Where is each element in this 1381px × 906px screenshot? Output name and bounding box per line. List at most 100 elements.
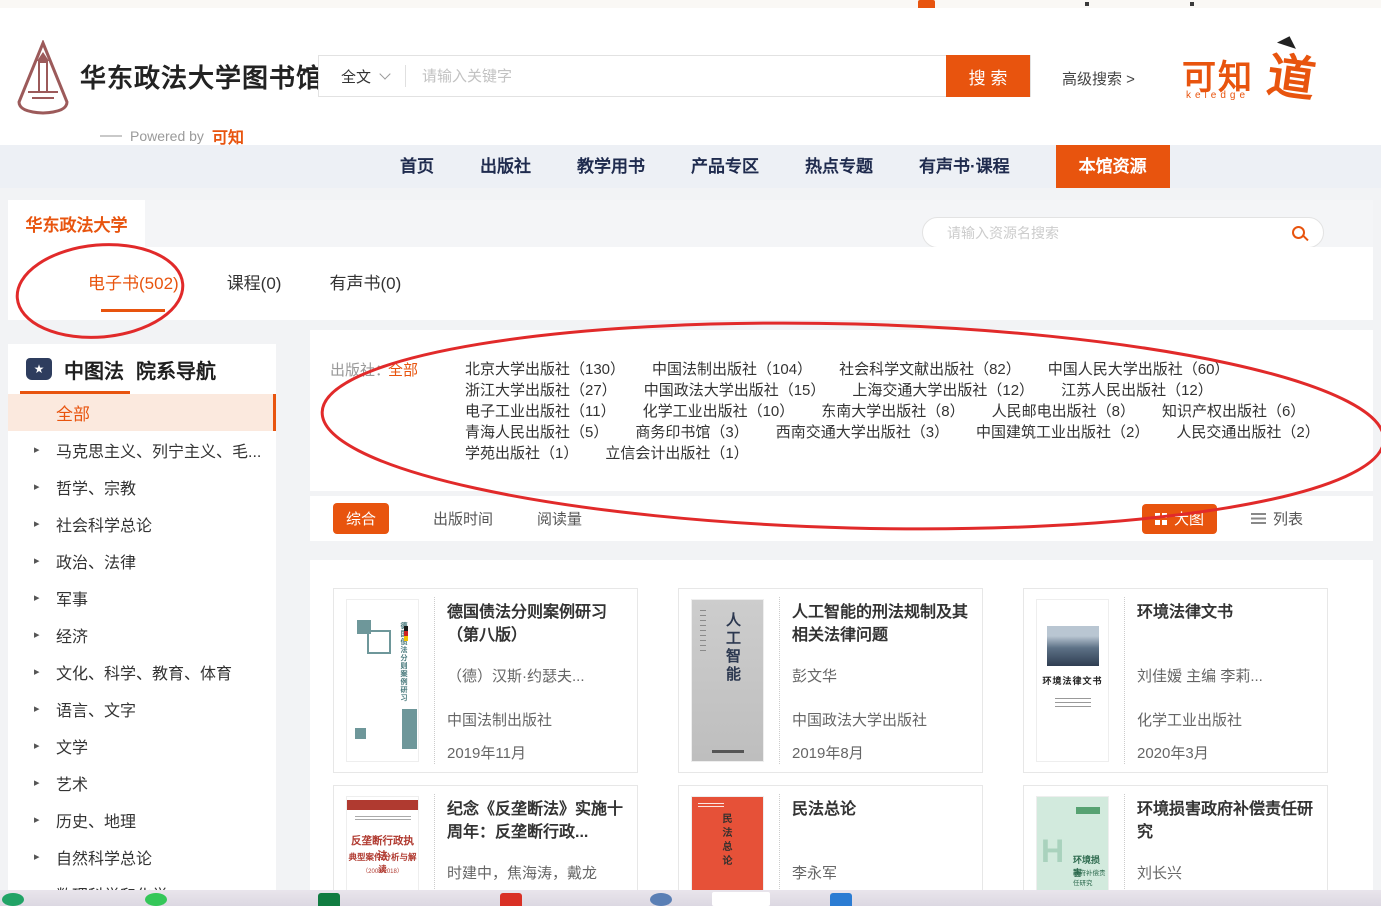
publisher-filter-all[interactable]: 全部 xyxy=(388,359,418,380)
search-scope-dropdown[interactable]: 全文 xyxy=(319,56,405,96)
sidebar-item[interactable]: ▸艺术 xyxy=(8,764,276,801)
sidebar-item[interactable]: ▸自然科学总论 xyxy=(8,838,276,875)
taskbar-app-icon[interactable] xyxy=(145,893,167,906)
taskbar-app-icon[interactable] xyxy=(830,893,852,906)
sidebar-item-label: 马克思主义、列宁主义、毛... xyxy=(56,438,261,462)
cover-mark: H xyxy=(1041,833,1064,870)
publisher-link[interactable]: 中国政法大学出版社（15） xyxy=(644,382,826,399)
sidebar-item[interactable]: ▸军事 xyxy=(8,579,276,616)
main-nav: 首页 出版社 教学用书 产品专区 热点专题 有声书·课程 本馆资源 xyxy=(0,145,1381,188)
sidebar-item-label: 经济 xyxy=(56,623,88,647)
publisher-link[interactable]: 人民邮电出版社（8） xyxy=(992,403,1135,420)
sidebar-item[interactable]: ▸文化、科学、教育、体育 xyxy=(8,653,276,690)
sidebar-tab[interactable]: 院系导航 xyxy=(136,355,216,384)
view-toggle[interactable]: 大图 xyxy=(1142,504,1217,534)
sidebar-item[interactable]: ▸文学 xyxy=(8,727,276,764)
publisher-link[interactable]: 西南交通大学出版社（3） xyxy=(776,424,949,441)
taskbar-app-icon[interactable] xyxy=(712,892,770,906)
publisher-link[interactable]: 北京大学出版社（130） xyxy=(465,361,625,378)
view-toggle[interactable]: 列表 xyxy=(1251,504,1303,534)
sidebar-tab[interactable]: 中图法 xyxy=(64,355,124,384)
book-title: 民法总论 xyxy=(792,798,974,821)
nav-item[interactable]: 本馆资源 xyxy=(1056,145,1170,188)
book-author: 彭文华 xyxy=(792,665,974,686)
chevron-down-icon xyxy=(379,68,390,79)
keledge-logo-subtext: keledge xyxy=(1186,90,1249,101)
sort-option[interactable]: 阅读量 xyxy=(537,508,582,529)
publisher-link[interactable]: 浙江大学出版社（27） xyxy=(465,382,617,399)
book-date: 2019年11月 xyxy=(447,742,629,763)
sidebar-item-label: 政治、法律 xyxy=(56,549,136,573)
mountain-photo xyxy=(1047,626,1099,666)
publisher-link[interactable]: 社会科学文献出版社（82） xyxy=(839,361,1021,378)
advanced-search-link[interactable]: 高级搜索 > xyxy=(1062,68,1135,89)
divider xyxy=(779,597,780,764)
sort-option[interactable]: 综合 xyxy=(333,503,389,534)
resource-search-input[interactable] xyxy=(923,225,1292,241)
list-icon xyxy=(1251,513,1266,524)
nav-item[interactable]: 产品专区 xyxy=(691,145,759,188)
windows-taskbar xyxy=(0,890,1381,906)
taskbar-app-icon[interactable] xyxy=(500,893,522,906)
book-card[interactable]: 德国债法分则案例研习德国债法分则案例研习（第八版）（德）汉斯·约瑟夫...中国法… xyxy=(333,588,638,773)
book-card[interactable]: H环境损害政府补偿责任研究环境损害政府补偿责任研究刘长兴 xyxy=(1023,785,1328,906)
sidebar-item[interactable]: ▸哲学、宗教 xyxy=(8,468,276,505)
publisher-row: 电子工业出版社（11） 化学工业出版社（10） 东南大学出版社（8） 人民邮电出版社（… xyxy=(465,401,1360,422)
publisher-link[interactable]: 上海交通大学出版社（12） xyxy=(852,382,1034,399)
book-card[interactable]: 环境法律文书环境法律文书刘佳嫒 主编 李莉...化学工业出版社2020年3月 xyxy=(1023,588,1328,773)
sidebar-item[interactable]: ▸语言、文字 xyxy=(8,690,276,727)
grid-icon xyxy=(1155,513,1167,525)
book-card[interactable]: 人工智能人工智能的刑法规制及其相关法律问题彭文华中国政法大学出版社2019年8月 xyxy=(678,588,983,773)
book-card[interactable]: 反垄断行政执法典型案件分析与解读（2008-2018）纪念《反垄断法》实施十周年… xyxy=(333,785,638,906)
chevron-right-icon: ▸ xyxy=(34,813,42,826)
sidebar-item-label: 哲学、宗教 xyxy=(56,475,136,499)
sidebar-item[interactable]: ▸数理科学和化学 xyxy=(8,875,276,890)
sidebar-item[interactable]: 全部 xyxy=(8,394,276,431)
taskbar-app-icon[interactable] xyxy=(318,893,340,906)
taskbar-app-icon[interactable] xyxy=(650,893,672,906)
publisher-link[interactable]: 化学工业出版社（10） xyxy=(643,403,795,420)
nav-item[interactable]: 热点专题 xyxy=(805,145,873,188)
browser-tab-icon xyxy=(918,0,935,8)
publisher-link[interactable]: 江苏人民出版社（12） xyxy=(1061,382,1213,399)
publisher-row: 北京大学出版社（130） 中国法制出版社（104） 社会科学文献出版社（82） 中国人… xyxy=(465,359,1360,380)
sidebar-item[interactable]: ▸ 经济 xyxy=(8,616,276,653)
publisher-link[interactable]: 知识产权出版社（6） xyxy=(1162,403,1305,420)
resource-tab[interactable]: 课程(0) xyxy=(227,269,282,298)
search-icon[interactable] xyxy=(1292,226,1305,239)
publisher-link[interactable]: 东南大学出版社（8） xyxy=(821,403,964,420)
nav-item[interactable]: 首页 xyxy=(400,145,434,188)
chevron-right-icon: ▸ xyxy=(34,628,42,641)
taskbar-app-icon[interactable] xyxy=(2,893,24,906)
book-title: 德国债法分则案例研习（第八版） xyxy=(447,601,629,647)
search-button[interactable]: 搜 索 xyxy=(946,55,1030,97)
resource-type-tabs: 电子书(502) 课程(0) 有声书(0) xyxy=(8,247,1373,320)
sidebar-item[interactable]: ▸ 政治、法律 xyxy=(8,542,276,579)
publisher-link[interactable]: 学苑出版社（1） xyxy=(465,445,578,462)
sidebar-item-label: 艺术 xyxy=(56,771,88,795)
nav-item[interactable]: 教学用书 xyxy=(577,145,645,188)
browser-toolbar-mark xyxy=(1085,2,1089,6)
chevron-right-icon: ▸ xyxy=(34,554,42,567)
sidebar-item[interactable]: ▸社会科学总论 xyxy=(8,505,276,542)
sidebar-item[interactable]: ▸历史、地理 xyxy=(8,801,276,838)
resource-tab[interactable]: 有声书(0) xyxy=(329,269,401,298)
sort-option[interactable]: 出版时间 xyxy=(433,508,493,529)
book-card[interactable]: 民法总论民法总论李永军 xyxy=(678,785,983,906)
publisher-link[interactable]: 电子工业出版社（11） xyxy=(465,403,616,420)
classification-shield-icon: ★ xyxy=(26,358,52,380)
nav-item[interactable]: 出版社 xyxy=(480,145,531,188)
sidebar-item[interactable]: ▸马克思主义、列宁主义、毛... xyxy=(8,431,276,468)
publisher-link[interactable]: 商务印书馆（3） xyxy=(635,424,748,441)
resource-tab[interactable]: 电子书(502) xyxy=(88,269,179,298)
publisher-link[interactable]: 中国建筑工业出版社（2） xyxy=(976,424,1149,441)
nav-item[interactable]: 有声书·课程 xyxy=(919,145,1010,188)
keyword-search-input[interactable] xyxy=(406,56,946,96)
organization-tab[interactable]: 华东政法大学 xyxy=(8,200,145,247)
publisher-link[interactable]: 中国人民大学出版社（60） xyxy=(1048,361,1230,378)
publisher-link[interactable]: 人民交通出版社（2） xyxy=(1176,424,1319,441)
sort-bar: 综合 出版时间 阅读量 大图 列表 xyxy=(310,496,1373,541)
publisher-link[interactable]: 青海人民出版社（5） xyxy=(465,424,608,441)
publisher-link[interactable]: 中国法制出版社（104） xyxy=(652,361,812,378)
publisher-link[interactable]: 立信会计出版社（1） xyxy=(605,445,748,462)
